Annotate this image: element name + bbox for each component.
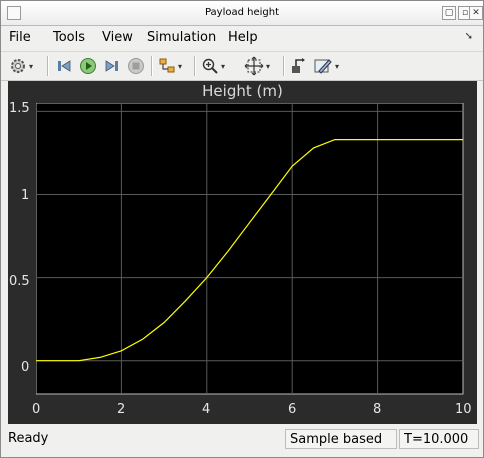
y-tick-label: 0.5 (9, 274, 30, 289)
menu-tools-label: Tools (53, 30, 86, 45)
y-tick-label: 1 (21, 188, 30, 203)
stop-button[interactable] (127, 56, 145, 76)
menu-help-label: Help (228, 30, 258, 45)
maximize-icon[interactable]: ▢ (442, 6, 456, 20)
fit-to-view-icon (244, 56, 264, 76)
x-tick-label: 8 (373, 402, 382, 417)
dock-arrow-icon[interactable]: ➘ (465, 31, 473, 42)
plot-title: Height (m) (202, 82, 283, 100)
configuration-button[interactable]: ▾ (9, 56, 33, 76)
x-tick-label: 4 (202, 402, 211, 417)
signal-select-icon (159, 58, 175, 73)
stop-icon (128, 58, 144, 74)
simulation-time-indicator: T=10.000 (399, 429, 479, 449)
zoom-icon (202, 58, 218, 74)
y-tick-label: 1.5 (9, 101, 30, 116)
zoom-button[interactable]: ▾ (201, 56, 225, 76)
title-bar[interactable]: Payload height ▢ ▫ ✕ (1, 1, 483, 26)
x-tick-label: 10 (455, 402, 472, 417)
menu-bar: File Tools View Simulation Help ➘ (1, 26, 483, 50)
axes-background (36, 103, 464, 395)
menu-file-label: File (9, 30, 31, 45)
x-tick-label: 6 (288, 402, 297, 417)
close-icon[interactable]: ✕ (469, 6, 483, 20)
x-tick-label: 0 (32, 402, 41, 417)
highlight-block-button[interactable] (290, 56, 308, 76)
style-button[interactable]: ▾ (313, 56, 339, 76)
menu-tools[interactable]: Tools (53, 30, 85, 45)
step-back-button[interactable] (55, 56, 73, 76)
toolbar-separator (151, 56, 153, 76)
scope-window: Payload height ▢ ▫ ✕ File Tools View Sim… (0, 0, 484, 458)
fit-to-view-button[interactable]: ▾ (244, 56, 270, 76)
menu-view[interactable]: View (102, 30, 133, 45)
dropdown-arrow-icon[interactable]: ▾ (29, 62, 33, 71)
menu-simulation[interactable]: Simulation (147, 30, 216, 45)
menu-simulation-label: Simulation (147, 30, 217, 45)
menu-view-label: View (102, 30, 133, 45)
toolbar: ▾ ▾ ▾ ▾ ▾ (1, 51, 483, 81)
menu-help[interactable]: Help (228, 30, 258, 45)
menu-file[interactable]: File (9, 30, 31, 45)
style-icon (314, 59, 332, 74)
dropdown-arrow-icon[interactable]: ▾ (266, 62, 270, 71)
step-back-icon (58, 60, 71, 72)
run-button[interactable] (79, 56, 97, 76)
y-tick-label: 0 (21, 360, 30, 375)
window-title: Payload height (204, 7, 280, 18)
step-forward-button[interactable] (103, 56, 121, 76)
toolbar-separator (194, 56, 196, 76)
signal-select-button[interactable]: ▾ (158, 56, 182, 76)
step-forward-icon (105, 60, 118, 72)
status-ready-text: Ready (8, 431, 49, 446)
toolbar-separator (283, 56, 285, 76)
plot-axes[interactable] (36, 103, 465, 396)
toolbar-separator (47, 56, 49, 76)
run-icon (80, 58, 96, 74)
status-bar: Ready Sample based T=10.000 (1, 425, 483, 457)
highlight-icon (292, 58, 305, 73)
x-tick-label: 2 (117, 402, 126, 417)
sample-mode-indicator: Sample based (285, 429, 397, 449)
dropdown-arrow-icon[interactable]: ▾ (335, 62, 339, 71)
dropdown-arrow-icon[interactable]: ▾ (221, 62, 225, 71)
dropdown-arrow-icon[interactable]: ▾ (178, 62, 182, 71)
gear-icon (11, 59, 25, 73)
